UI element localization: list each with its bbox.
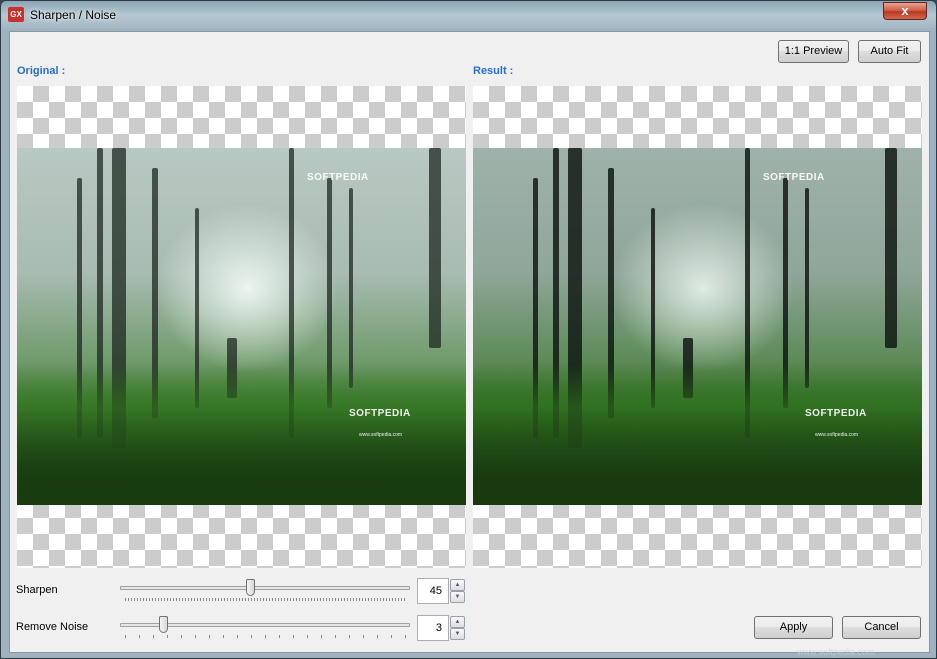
watermark-top: SOFTPEDIA <box>763 172 825 183</box>
auto-fit-button[interactable]: Auto Fit <box>858 40 921 63</box>
watermark-bottom: SOFTPEDIA <box>349 408 411 419</box>
preview-1-1-button[interactable]: 1:1 Preview <box>778 40 849 63</box>
result-image: SOFTPEDIA SOFTPEDIA www.softpedia.com <box>473 148 922 505</box>
close-button[interactable]: x <box>883 2 927 20</box>
watermark-top: SOFTPEDIA <box>307 172 369 183</box>
remove-noise-spin-down[interactable]: ▼ <box>450 628 465 640</box>
sharpen-slider-track[interactable] <box>120 586 410 590</box>
sharpen-label: Sharpen <box>16 584 58 596</box>
original-preview-canvas[interactable]: SOFTPEDIA SOFTPEDIA www.softpedia.com <box>17 86 466 568</box>
apply-button[interactable]: Apply <box>754 616 833 639</box>
remove-noise-spin-up[interactable]: ▲ <box>450 616 465 628</box>
watermark-bottom: SOFTPEDIA <box>805 408 867 419</box>
remove-noise-slider-thumb[interactable] <box>159 616 168 633</box>
dialog-client-area: 1:1 Preview Auto Fit Original : Result :… <box>9 31 930 653</box>
sharpen-slider-thumb[interactable] <box>246 579 255 596</box>
sharpen-slider-ticks <box>125 598 407 601</box>
cancel-button[interactable]: Cancel <box>842 616 921 639</box>
sharpen-spin-up[interactable]: ▲ <box>450 579 465 591</box>
sharpen-value-input[interactable] <box>417 578 449 604</box>
watermark-url: www.softpedia.com <box>815 432 859 438</box>
remove-noise-slider-ticks <box>125 635 407 638</box>
title-bar[interactable]: GX Sharpen / Noise x <box>1 1 936 29</box>
result-preview-canvas[interactable]: SOFTPEDIA SOFTPEDIA www.softpedia.com <box>473 86 922 568</box>
window-title: Sharpen / Noise <box>30 8 117 22</box>
sharpen-noise-window: GX Sharpen / Noise x 1:1 Preview Auto Fi… <box>0 0 937 659</box>
watermark-url: www.softpedia.com <box>359 432 403 438</box>
remove-noise-value-input[interactable] <box>417 615 449 641</box>
footer-watermark: www.softpedia.com <box>797 647 875 657</box>
original-image: SOFTPEDIA SOFTPEDIA www.softpedia.com <box>17 148 466 505</box>
original-pane-label: Original : <box>17 65 66 77</box>
result-pane-label: Result : <box>473 65 514 77</box>
remove-noise-label: Remove Noise <box>16 621 89 633</box>
sharpen-spin-down[interactable]: ▼ <box>450 591 465 603</box>
app-icon: GX <box>8 7 24 22</box>
